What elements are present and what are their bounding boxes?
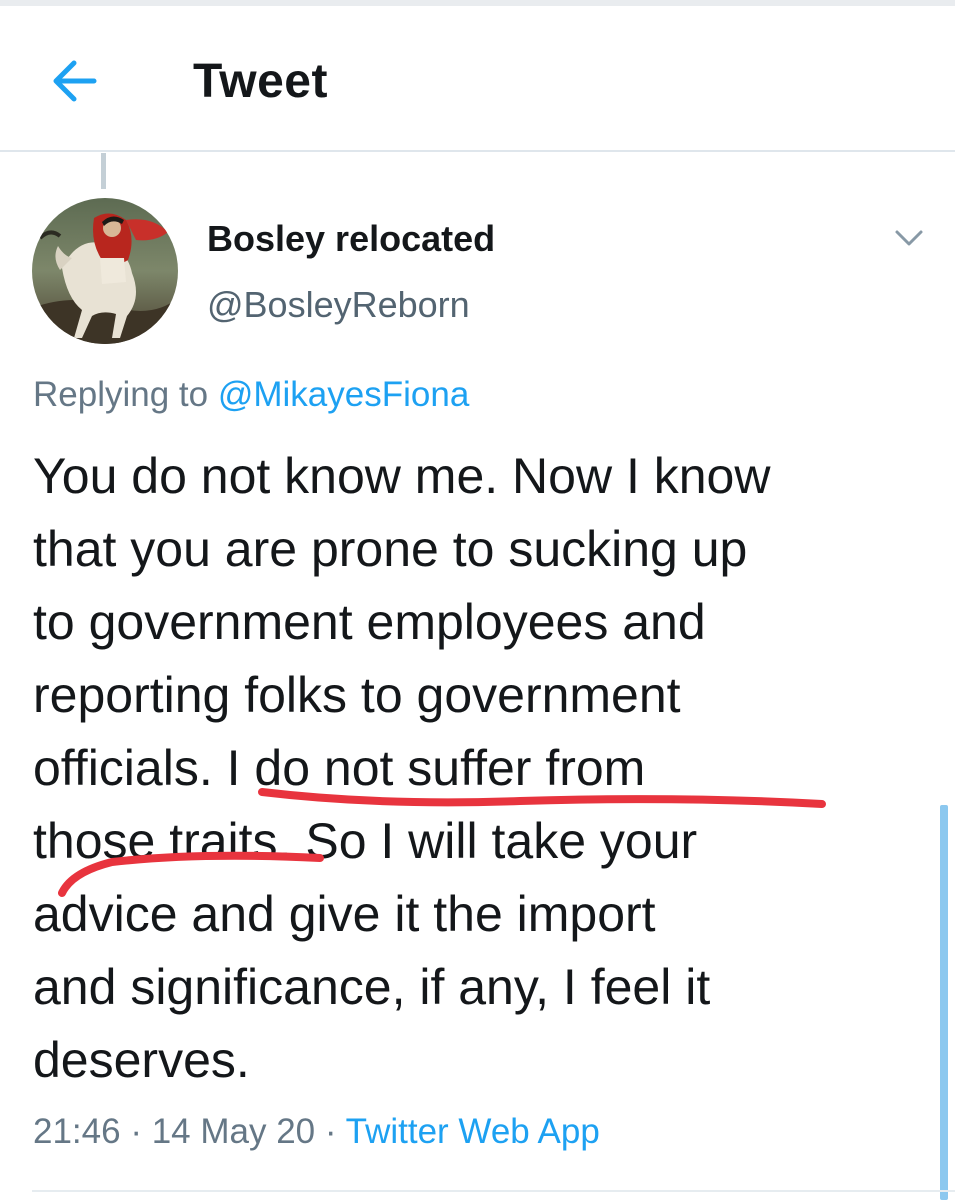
thread-connector: [101, 153, 106, 189]
back-button[interactable]: [48, 58, 100, 104]
divider: [32, 1190, 955, 1192]
scrollbar[interactable]: [940, 805, 948, 1200]
tweet-source-link[interactable]: Twitter Web App: [346, 1112, 600, 1151]
author-handle[interactable]: @BosleyReborn: [207, 284, 470, 326]
meta-separator: ·: [324, 1112, 337, 1151]
meta-separator: ·: [130, 1112, 142, 1151]
page-title: Tweet: [193, 55, 328, 108]
tweet-text-line: You do not know me. Now I know: [33, 448, 771, 504]
tweet-text-line: advice and give it the import: [33, 886, 656, 942]
chevron-down-icon: [895, 230, 923, 246]
avatar-image: [32, 198, 178, 344]
tweet-text: You do not know me. Now I know that you …: [33, 440, 933, 1097]
tweet-text-line: that you are prone to sucking up: [33, 521, 748, 577]
replying-mention-link[interactable]: @MikayesFiona: [218, 375, 469, 414]
tweet-text-line: and significance, if any, I feel it: [33, 959, 711, 1015]
arrow-left-icon: [53, 60, 97, 102]
header-bar: Tweet: [0, 6, 955, 152]
tweet-text-line: to government employees and: [33, 594, 706, 650]
tweet-menu-button[interactable]: [892, 225, 926, 251]
tweet-time: 21:46: [33, 1112, 121, 1151]
tweet-meta: 21:46 · 14 May 20 · Twitter Web App: [33, 1112, 600, 1152]
avatar[interactable]: [32, 198, 178, 344]
tweet-text-line: deserves.: [33, 1032, 250, 1088]
replying-prefix: Replying to: [33, 375, 209, 414]
tweet-text-line: reporting folks to government: [33, 667, 681, 723]
replying-to-line: Replying to @MikayesFiona: [33, 375, 469, 415]
author-display-name[interactable]: Bosley relocated: [207, 218, 495, 260]
tweet-date: 14 May 20: [151, 1112, 316, 1151]
tweet-text-line: officials. I do not suffer from: [33, 740, 646, 796]
tweet-text-line: those traits. So I will take your: [33, 813, 698, 869]
